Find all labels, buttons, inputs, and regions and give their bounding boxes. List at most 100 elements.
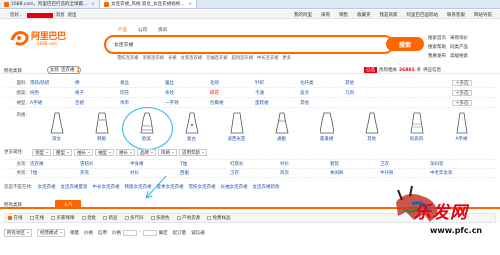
attr-select[interactable]: 袖长 [74,149,93,156]
business-model-select[interactable]: 经营模式 [37,228,65,237]
filter-online-2[interactable]: 在线 [29,215,44,221]
filter-new[interactable]: 新品 [103,215,118,221]
hot-keyword[interactable]: 雪纺连衣裙 [117,55,138,61]
attr-select[interactable]: 腰型 [53,149,72,156]
attr-value[interactable]: 包臀裙 [210,100,255,106]
checkbox-icon[interactable] [51,216,55,220]
attr-select[interactable]: 品牌 [137,149,156,156]
cat-value[interactable]: 套装 [330,161,380,167]
attr-value-highlighted[interactable]: 碎花 [210,90,255,96]
merchant-link[interactable]: 我是商家 [380,12,398,18]
hot-keyword[interactable]: 超短连衣裙 [232,55,253,61]
related-link[interactable]: 长袖女连衣裙 [221,184,248,190]
cat-value[interactable]: 孕妇装 [430,161,480,167]
tab-popularity[interactable]: 人气 [55,200,81,209]
checkbox-icon[interactable] [29,216,34,220]
all-categories-label[interactable]: 所有类目 [4,68,22,74]
attr-value[interactable]: 纯色 [30,90,75,96]
browser-tab[interactable]: 1688.com，阿里巴巴打造的全球最... × [0,0,101,8]
hot-keyword[interactable]: 女装连衣裙 [181,55,202,61]
customer-service-link[interactable]: 联系客服 [447,12,465,18]
attr-select[interactable]: 风格 [158,149,177,156]
attr-select[interactable]: 适用年龄 [179,149,207,156]
style-item[interactable]: 民族风 [394,110,439,145]
sort-sales[interactable]: 销量 [70,230,79,236]
result-link[interactable]: 供应信息 [423,67,441,73]
favorites-link[interactable]: 收藏夹 [357,12,371,18]
filter-free-sample[interactable]: 免费样品 [207,215,231,221]
similar-products-link[interactable]: 同类产品 [450,44,468,50]
hot-keyword[interactable]: 无袖连衣裙 [206,55,227,61]
attr-value[interactable]: 蕾丝 [165,80,210,86]
site-nav-link[interactable]: 网站导航 [474,12,492,18]
inquiry-link[interactable]: 采购询价 [450,35,468,41]
checkbox-icon[interactable] [8,216,12,220]
cat-value[interactable]: 风衣 [280,170,330,176]
international-link[interactable]: 阿里巴巴国际站 [407,12,439,18]
attr-value[interactable]: 吊带 [120,100,165,106]
price-min-input[interactable] [123,229,137,236]
attr-value[interactable]: 其他 [300,100,345,106]
tab-all-categories[interactable]: 所有类目 [4,202,22,208]
cat-value[interactable]: 卫衣 [230,170,280,176]
sort-credit[interactable]: 信用 [98,230,107,236]
region-select[interactable]: 所有地区 [4,228,32,237]
price-confirm-button[interactable]: 确定 [159,230,168,236]
cat-value[interactable]: 衬衫 [280,161,330,167]
messages-link[interactable]: 消息 [56,12,65,18]
close-icon[interactable]: × [188,2,192,7]
multi-select-button[interactable]: +多选 [452,90,472,96]
site-logo[interactable]: 阿里巴巴 1688.com [9,27,66,51]
logout-link[interactable]: 退出 [68,12,77,18]
sort-price[interactable]: 价格 [84,230,93,236]
checkbox-icon[interactable] [150,216,155,220]
attr-value[interactable]: 针织 [255,80,300,86]
hot-keyword[interactable]: 中长连衣裙 [257,55,278,61]
multi-select-button[interactable]: +多选 [452,100,472,106]
filter-colors[interactable]: 多颜色 [150,215,170,221]
attr-select[interactable]: 袖型 [95,149,114,156]
multi-select-button[interactable]: +多选 [452,80,472,86]
attr-value[interactable]: 印花 [120,90,165,96]
checkbox-icon[interactable] [176,216,181,220]
style-item[interactable]: 其他 [349,110,394,145]
attr-value[interactable]: A字裙 [30,100,75,106]
attr-value[interactable]: 格子 [75,90,120,96]
tab-news[interactable]: 资讯 [158,27,167,33]
filter-origin[interactable]: 产地货源 [176,215,200,221]
cat-value[interactable]: T恤 [180,161,230,167]
purchase-link[interactable]: 采购 [321,12,330,18]
publish-link[interactable]: 我要发布 [428,53,446,59]
hot-keyword[interactable]: 长裙 [168,55,177,61]
attr-value[interactable]: 条纹 [165,90,210,96]
related-link[interactable]: 女连衣裙夏装 [61,184,88,190]
style-item[interactable]: 波西米亚 [214,110,259,145]
attr-value[interactable]: 化纤类 [300,80,345,86]
cat-value[interactable]: 夹克 [80,170,130,176]
search-home-link[interactable]: 搜索首页 [428,35,446,41]
cat-value[interactable]: 连衣裙 [30,161,80,167]
filter-buyer-protection[interactable]: 买家保障 [51,215,75,221]
my-alibaba-link[interactable]: 我的阿里 [294,12,312,18]
style-item[interactable]: A字裙 [439,110,484,145]
hot-keyword-more[interactable]: 更多 [283,55,292,61]
browser-tab-active[interactable]: 女连衣裙_风格:淑女_女连衣裙规格... × [100,0,198,8]
related-link[interactable]: 中长女连衣裙 [93,184,120,190]
attr-value[interactable]: 毛呢 [210,80,255,86]
chevron-down-icon[interactable]: ▼ [76,68,79,72]
attr-value[interactable]: 蛋糕裙 [255,100,300,106]
cat-value[interactable]: 西服 [180,170,230,176]
hot-keyword[interactable]: 毛呢连衣裙 [142,55,163,61]
min-order-label[interactable]: 起订量 [173,230,187,236]
style-item[interactable]: 蓬蓬裙 [304,110,349,145]
style-item[interactable]: 淑女 [34,110,79,145]
tab-products[interactable]: 产品 [118,27,127,33]
advanced-search-link[interactable]: 高级搜索 [450,53,468,59]
search-button[interactable]: 搜索 [386,37,424,51]
filter-sizes[interactable]: 多尺码 [124,215,144,221]
attr-select[interactable]: 裙长 [116,149,135,156]
trustpass-filter[interactable]: 诚信通 [191,230,205,236]
attr-value[interactable]: 百褶 [75,100,120,106]
cat-value[interactable]: 卫衣 [380,161,430,167]
category-selector[interactable]: 女装 连衣裙 ▼ [47,66,81,74]
